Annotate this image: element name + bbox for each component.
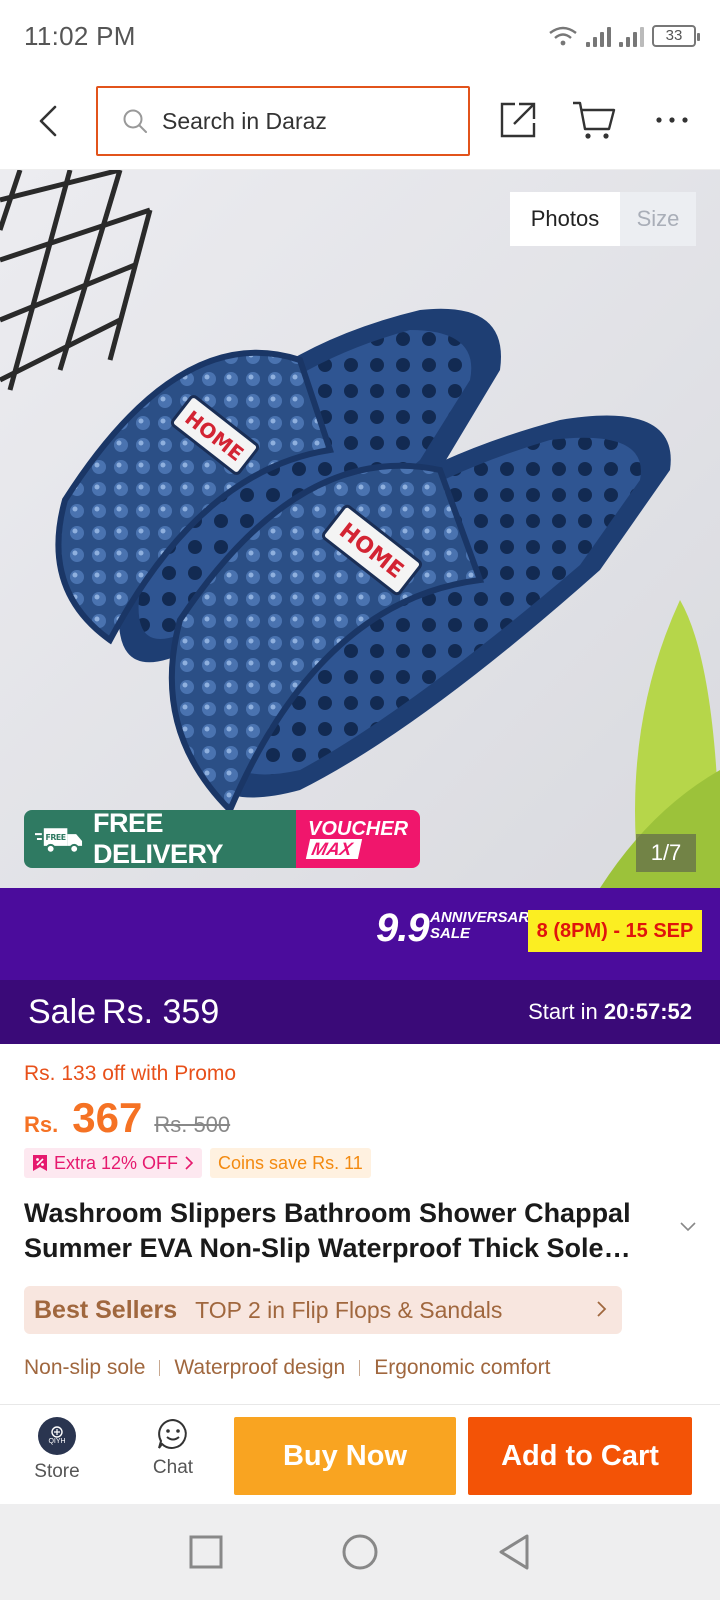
store-label: Store [34,1461,80,1482]
status-time: 11:02 PM [24,20,136,51]
voucher-label: VOUCHER [308,818,409,840]
store-logo-icon [51,1426,63,1438]
feature-item: Non-slip sole [24,1356,146,1379]
store-avatar: QIYH [38,1417,76,1455]
free-delivery-label: FREE DELIVERY [92,810,224,868]
price-currency: Rs. [24,1112,59,1137]
campaign-name: ANNIVERSARY SALE [430,909,539,942]
bottom-action-bar: QIYH Store Chat Buy Now Add to Cart [0,1404,720,1504]
chat-label: Chat [152,1457,194,1478]
original-price: Rs. 500 [154,1112,231,1137]
chat-button[interactable]: Chat [138,1417,208,1497]
delivery-truck-icon: FREE [34,828,83,854]
feature-item: Ergonomic comfort [374,1356,551,1379]
voucher-icon [33,1155,47,1171]
max-label: MAX [305,839,363,859]
extra-off-label: Extra 12% OFF [54,1152,179,1173]
wifi-icon [549,26,577,46]
promo-discount-text[interactable]: Rs. 133 off with Promo [24,1062,236,1086]
tab-size[interactable]: Size [620,192,696,246]
extra-off-tag[interactable]: Extra 12% OFF [24,1148,203,1178]
countdown: Start in 20:57:52 [528,999,692,1025]
free-word: FREE [46,833,66,842]
product-title[interactable]: Washroom Slippers Bathroom Shower Chappa… [24,1196,674,1266]
best-sellers-banner[interactable]: Best Sellers TOP 2 in Flip Flops & Sanda… [24,1286,622,1334]
chevron-down-icon[interactable] [680,1222,696,1232]
campaign-dates: 8 (8PM) - 15 SEP [528,910,702,952]
countdown-timer: 20:57:52 [603,999,692,1024]
home-icon[interactable] [341,1533,379,1571]
product-image-carousel[interactable]: HOME HOME Photos Size FREE FREE DELIVERY… [0,170,720,888]
feature-item: Waterproof design [174,1356,346,1379]
share-button[interactable] [494,96,542,144]
share-icon [500,102,536,138]
free-delivery-badge: FREE FREE DELIVERY [24,810,296,868]
best-sellers-label: Best Sellers [34,1295,178,1324]
cart-button[interactable] [570,96,618,144]
signal-icon-2 [619,25,644,47]
sale-label: Sale [28,992,97,1031]
cart-icon [573,101,616,139]
more-button[interactable] [648,96,696,144]
coins-tag[interactable]: Coins save Rs. 11 [210,1148,371,1178]
signal-icon [586,25,611,47]
store-button[interactable]: QIYH Store [22,1417,92,1497]
back-nav-icon[interactable] [497,1533,531,1571]
image-counter: 1/7 [636,834,696,872]
search-input[interactable]: Search in Daraz [96,86,470,156]
media-tabs: Photos Size [510,192,696,246]
search-icon [123,109,147,133]
status-bar: 11:02 PM 33 [0,0,720,72]
feature-divider [159,1360,161,1376]
current-price: 367 [72,1094,143,1141]
feature-divider [359,1360,361,1376]
best-sellers-rank: TOP 2 in Flip Flops & Sandals [195,1296,503,1323]
countdown-label: Start in [528,999,598,1024]
campaign-number: 9.9 [376,906,430,950]
add-to-cart-button[interactable]: Add to Cart [468,1417,692,1495]
feature-highlights: Non-slip sole Waterproof design Ergonomi… [24,1356,550,1380]
tab-photos[interactable]: Photos [510,192,620,246]
offer-tags: Extra 12% OFF Coins save Rs. 11 [24,1148,371,1178]
chevron-right-icon [597,1301,607,1317]
status-icons: 33 [548,25,700,47]
campaign-banner[interactable]: 9.9 ANNIVERSARY SALE 8 (8PM) - 15 SEP [0,888,720,980]
buy-now-button[interactable]: Buy Now [234,1417,456,1495]
sale-price: Rs. 359 [102,992,220,1031]
chat-icon [158,1418,187,1449]
promo-badge-strip: FREE FREE DELIVERY VOUCHER MAX [24,810,420,868]
recents-icon[interactable] [189,1535,223,1569]
chevron-left-icon [39,105,57,137]
battery-icon: 33 [652,25,700,47]
chevron-right-icon [185,1156,194,1170]
sale-price-bar: Sale Rs. 359 Start in 20:57:52 [0,980,720,1044]
system-nav-bar [0,1504,720,1600]
voucher-max-badge: VOUCHER MAX [296,810,420,868]
back-button[interactable] [30,98,66,144]
top-nav: Search in Daraz [0,72,720,170]
product-image: HOME HOME [0,170,720,888]
store-logo-text: QIYH [48,1438,66,1445]
more-icon [656,117,688,123]
search-placeholder: Search in Daraz [162,107,327,134]
price-row: Rs. 367 Rs. 500 [24,1094,230,1142]
